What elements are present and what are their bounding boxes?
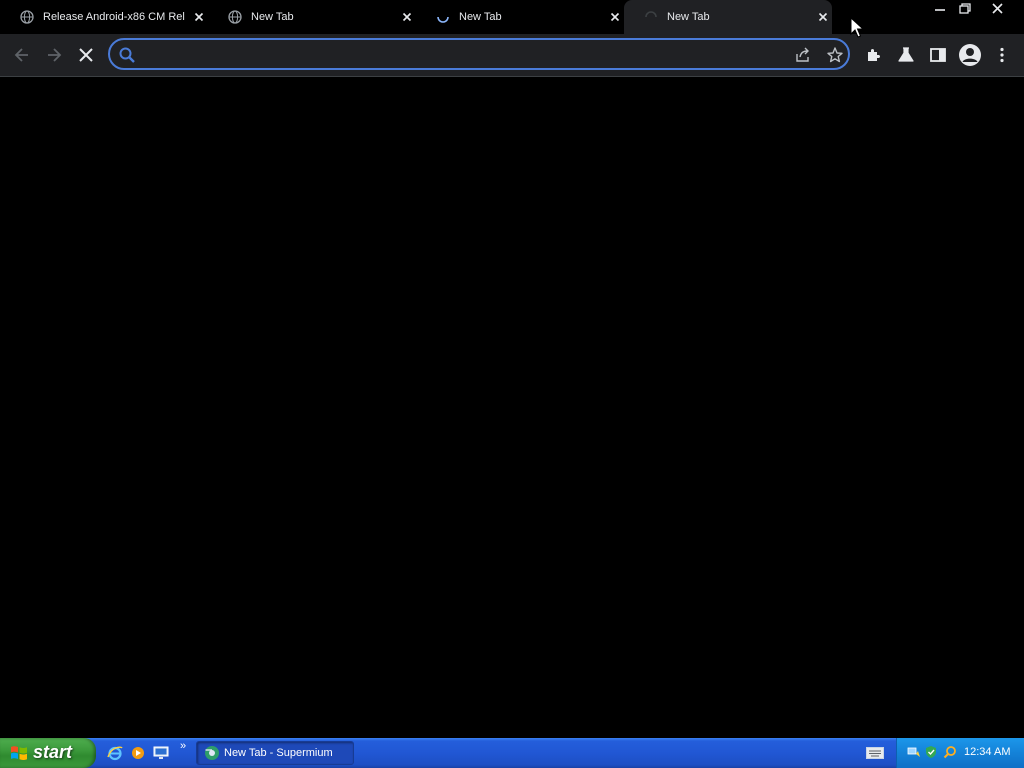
address-input[interactable] bbox=[144, 44, 788, 66]
page-content bbox=[0, 77, 1024, 738]
address-bar[interactable] bbox=[108, 38, 850, 70]
tab-close-icon[interactable] bbox=[608, 10, 622, 24]
start-label: start bbox=[33, 742, 73, 762]
tab-close-icon[interactable] bbox=[400, 10, 414, 24]
forward-arrow-icon[interactable] bbox=[44, 45, 64, 65]
globe-icon bbox=[228, 10, 242, 24]
restore-icon[interactable] bbox=[952, 0, 976, 18]
tab-title: New Tab bbox=[459, 11, 502, 23]
network-icon[interactable] bbox=[907, 745, 921, 759]
tab-title: New Tab bbox=[667, 11, 710, 23]
globe-icon bbox=[20, 10, 34, 24]
labs-flask-icon[interactable] bbox=[896, 45, 916, 65]
stop-loading-icon[interactable] bbox=[76, 45, 96, 65]
taskbar-window-button[interactable]: New Tab - Supermium bbox=[196, 741, 354, 765]
tab-title: Release Android-x86 CM Release bbox=[43, 11, 185, 23]
back-arrow-icon[interactable] bbox=[12, 45, 32, 65]
extensions-puzzle-icon[interactable] bbox=[864, 45, 884, 65]
show-desktop-icon[interactable] bbox=[153, 745, 169, 761]
loading-spinner-icon bbox=[645, 11, 657, 18]
tab-title: New Tab bbox=[251, 11, 294, 23]
media-player-icon[interactable] bbox=[130, 745, 146, 761]
search-icon[interactable] bbox=[943, 745, 957, 759]
side-panel-icon[interactable] bbox=[928, 45, 948, 65]
tab-close-icon[interactable] bbox=[816, 10, 830, 24]
taskbar-clock: 12:34 AM bbox=[964, 746, 1011, 758]
browser-toolbar bbox=[0, 34, 1024, 77]
tab-new-tab-3-active[interactable]: New Tab bbox=[624, 0, 832, 34]
screen: Release Android-x86 CM Release New Tab N… bbox=[0, 0, 1024, 768]
start-button[interactable]: start bbox=[0, 738, 96, 768]
loading-spinner-icon bbox=[437, 16, 449, 23]
profile-avatar-icon[interactable] bbox=[958, 43, 982, 67]
mouse-cursor-icon bbox=[850, 17, 864, 38]
browser-app-icon bbox=[205, 746, 219, 760]
taskbar: start » New Tab - Supermium 12:34 AM bbox=[0, 738, 1024, 768]
quick-launch-overflow[interactable]: » bbox=[180, 740, 186, 752]
tab-new-tab-2[interactable]: New Tab bbox=[416, 0, 624, 34]
windows-logo-icon bbox=[11, 746, 27, 760]
search-icon bbox=[119, 47, 135, 63]
taskbar-window-label: New Tab - Supermium bbox=[224, 747, 333, 759]
window-close-icon[interactable] bbox=[986, 0, 1010, 18]
share-icon[interactable] bbox=[794, 46, 812, 64]
security-icon[interactable] bbox=[924, 745, 938, 759]
tab-new-tab-1[interactable]: New Tab bbox=[208, 0, 416, 34]
kebab-menu-icon[interactable] bbox=[992, 45, 1012, 65]
bookmark-star-icon[interactable] bbox=[826, 46, 844, 64]
system-tray: 12:34 AM bbox=[896, 738, 1024, 768]
internet-explorer-icon[interactable] bbox=[107, 745, 123, 761]
tab-close-icon[interactable] bbox=[192, 10, 206, 24]
tab-release-android[interactable]: Release Android-x86 CM Release bbox=[0, 0, 208, 34]
keyboard-language-icon[interactable] bbox=[866, 747, 884, 759]
tab-strip: Release Android-x86 CM Release New Tab N… bbox=[0, 0, 1024, 34]
minimize-icon[interactable] bbox=[928, 0, 952, 18]
